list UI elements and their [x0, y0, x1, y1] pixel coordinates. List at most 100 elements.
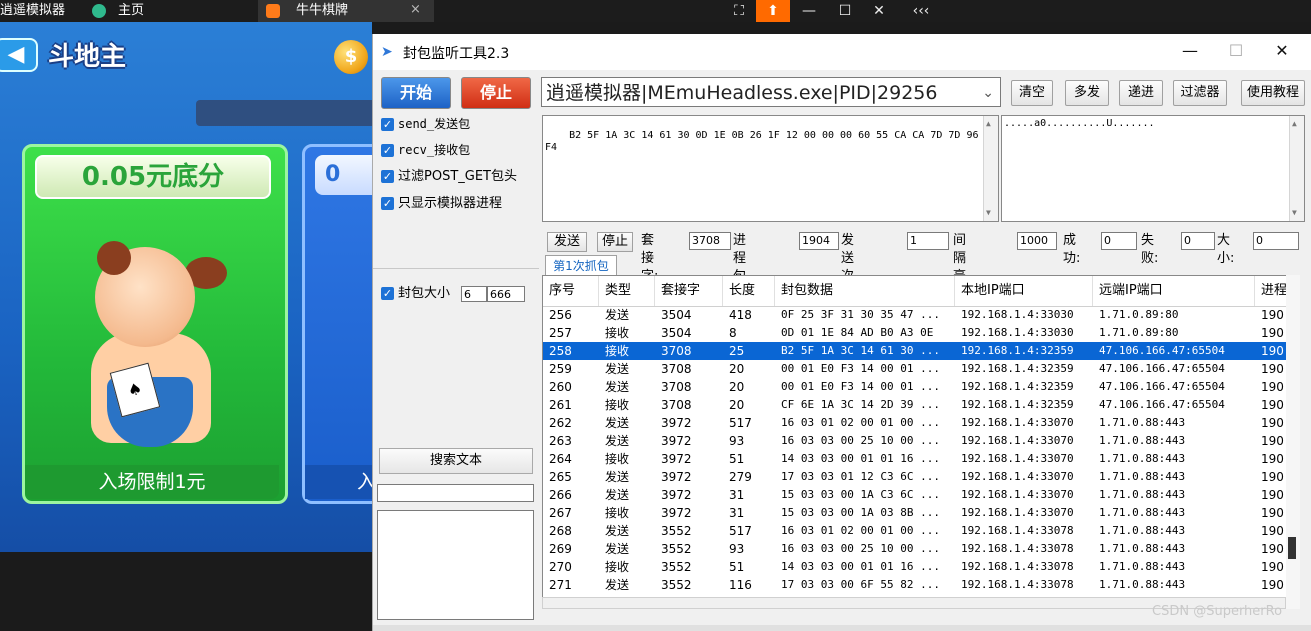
table-cell: 192.168.1.4:33070 — [961, 434, 1074, 447]
table-row[interactable]: 269 发送 3552 93 16 03 03 00 25 10 00 ... 192.1… — [543, 540, 1287, 558]
more-icon[interactable]: ‹‹‹ — [904, 0, 938, 22]
table-cell: 1.71.0.88:443 — [1099, 542, 1186, 555]
room-card-1[interactable]: 0.05元底分 ♠ 入场限制1元 — [22, 144, 288, 504]
table-row[interactable]: 256 发送 3504 418 0F 25 3F 31 30 35 47 ... 192.… — [543, 306, 1287, 324]
table-row[interactable]: 259 发送 3708 20 00 01 E0 F3 14 00 01 ... 192.1… — [543, 360, 1287, 378]
table-cell: 发送 — [605, 488, 630, 502]
filter-button[interactable]: 过滤器 — [1173, 80, 1227, 106]
count-input[interactable]: 1 — [907, 232, 949, 250]
column-header[interactable]: 本地IP端口 — [955, 276, 1093, 306]
search-results-box[interactable] — [377, 510, 534, 620]
process-select-value: 逍遥模拟器|MEmuHeadless.exe|PID|29256 — [546, 82, 938, 104]
table-cell: 1.71.0.88:443 — [1099, 506, 1186, 519]
table-cell: 192.168.1.4:33070 — [961, 470, 1074, 483]
table-cell: 259 — [549, 362, 572, 376]
column-header[interactable]: 类型 — [599, 276, 655, 306]
forward-button[interactable]: 递进 — [1119, 80, 1163, 106]
table-row[interactable]: 258 接收 3708 25 B2 5F 1A 3C 14 61 30 ... 192.1… — [543, 342, 1287, 360]
table-row[interactable]: 266 发送 3972 31 15 03 03 00 1A C3 6C ... 192.1… — [543, 486, 1287, 504]
multi-send-button[interactable]: 多发 — [1065, 80, 1109, 106]
table-row[interactable]: 270 接收 3552 51 14 03 03 00 01 01 16 ... 192.1… — [543, 558, 1287, 576]
scrollbar[interactable]: ▲ ▼ — [983, 116, 998, 221]
column-header[interactable]: 长度 — [723, 276, 775, 306]
size-min-input[interactable]: 6 — [461, 286, 487, 302]
check-icon: ✓ — [381, 197, 394, 210]
column-header[interactable]: 进程 — [1255, 276, 1287, 306]
coin-icon[interactable]: $ — [334, 40, 368, 74]
clear-button[interactable]: 清空 — [1011, 80, 1053, 106]
table-row[interactable]: 268 发送 3552 517 16 03 01 02 00 01 00 ... 192.… — [543, 522, 1287, 540]
table-cell: 270 — [549, 560, 572, 574]
table-row[interactable]: 257 接收 3504 8 0D 01 1E 84 AD B0 A3 0E 192.168… — [543, 324, 1287, 342]
process-select[interactable]: 逍遥模拟器|MEmuHeadless.exe|PID|29256 ⌄ — [541, 77, 1001, 107]
table-row[interactable]: 264 接收 3972 51 14 03 03 00 01 01 16 ... 192.1… — [543, 450, 1287, 468]
table-cell: 192.168.1.4:33030 — [961, 308, 1074, 321]
column-header[interactable]: 套接字 — [655, 276, 723, 306]
table-row[interactable]: 260 发送 3708 20 00 01 E0 F3 14 00 01 ... 192.1… — [543, 378, 1287, 396]
table-cell: 00 01 E0 F3 14 00 01 ... — [781, 380, 940, 393]
maximize-button[interactable]: ☐ — [1213, 34, 1259, 68]
table-cell: 3708 — [661, 380, 692, 394]
room-card-2[interactable]: 0 入 — [302, 144, 372, 504]
column-header[interactable]: 远端IP端口 — [1093, 276, 1255, 306]
status-bar — [373, 625, 1311, 631]
table-header: 序号 类型 套接字 长度 封包数据 本地IP端口 远端IP端口 进程 — [543, 276, 1287, 307]
recv-checkbox[interactable]: ✓ recv_接收包 — [381, 139, 470, 161]
back-icon[interactable]: ◀ — [0, 38, 38, 72]
table-cell: 192.168.1.4:33070 — [961, 488, 1074, 501]
maximize-icon[interactable]: ☐ — [828, 0, 862, 22]
send-stop-button[interactable]: 停止 — [597, 232, 633, 252]
table-row[interactable]: 271 发送 3552 116 17 03 03 00 6F 55 82 ... 192.… — [543, 576, 1287, 594]
minimize-button[interactable]: — — [1167, 34, 1213, 68]
table-cell: 3708 — [661, 362, 692, 376]
tutorial-button[interactable]: 使用教程 — [1241, 80, 1305, 106]
fail-input[interactable]: 0 — [1181, 232, 1215, 250]
table-cell: 16 03 03 00 25 10 00 ... — [781, 542, 940, 555]
table-cell: 3972 — [661, 506, 692, 520]
socket-input[interactable]: 3708 — [689, 232, 731, 250]
table-cell: 3552 — [661, 524, 692, 538]
tab-close-icon[interactable]: × — [410, 2, 421, 17]
table-row[interactable]: 263 发送 3972 93 16 03 03 00 25 10 00 ... 192.1… — [543, 432, 1287, 450]
filter-header-checkbox[interactable]: ✓ 过滤POST_GET包头 — [381, 166, 517, 188]
column-header[interactable]: 封包数据 — [775, 276, 955, 306]
table-cell: 192.168.1.4:33078 — [961, 524, 1074, 537]
hex-view[interactable]: B2 5F 1A 3C 14 61 30 0D 1E 0B 26 1F 12 0… — [542, 115, 999, 222]
minimize-icon[interactable]: — — [792, 0, 826, 22]
upload-icon[interactable]: ⬆ — [756, 0, 790, 22]
size-max-input[interactable]: 666 — [487, 286, 525, 302]
search-text-button[interactable]: 搜索文本 — [379, 448, 533, 474]
room-card-limit: 入场限制1元 — [25, 465, 279, 499]
send-button[interactable]: 发送 — [547, 232, 587, 252]
tab-active[interactable]: 牛牛棋牌 × — [258, 0, 434, 22]
scrollbar-thumb[interactable] — [1288, 537, 1296, 559]
table-cell: 264 — [549, 452, 572, 466]
fullscreen-icon[interactable]: ⛶ — [722, 0, 756, 22]
ascii-view[interactable]: .....a0..........U....... ▲ ▼ — [1001, 115, 1305, 222]
vertical-scrollbar[interactable] — [1286, 275, 1300, 609]
close-icon[interactable]: ✕ — [862, 0, 896, 22]
start-button[interactable]: 开始 — [381, 77, 451, 109]
tab-emulator[interactable]: 逍遥模拟器 — [0, 0, 65, 22]
handle-input[interactable]: 1904 — [799, 232, 839, 250]
tab-capture-1[interactable]: 第1次抓包 — [545, 255, 617, 276]
interval-input[interactable]: 1000 — [1017, 232, 1057, 250]
column-header[interactable]: 序号 — [543, 276, 599, 306]
table-row[interactable]: 261 接收 3708 20 CF 6E 1A 3C 14 2D 39 ... 192.1… — [543, 396, 1287, 414]
table-row[interactable]: 267 接收 3972 31 15 03 03 00 1A 03 8B ... 192.1… — [543, 504, 1287, 522]
send-checkbox[interactable]: ✓ send_发送包 — [381, 113, 470, 135]
scrollbar[interactable]: ▲ ▼ — [1289, 116, 1304, 221]
search-input[interactable] — [377, 484, 534, 502]
stop-button[interactable]: 停止 — [461, 77, 531, 109]
table-row[interactable]: 262 发送 3972 517 16 03 01 02 00 01 00 ... 192.… — [543, 414, 1287, 432]
success-input[interactable]: 0 — [1101, 232, 1137, 250]
table-row[interactable]: 265 发送 3972 279 17 03 03 01 12 C3 6C ... 192.… — [543, 468, 1287, 486]
table-cell: 93 — [729, 434, 745, 448]
packet-table[interactable]: 序号 类型 套接字 长度 封包数据 本地IP端口 远端IP端口 进程 256 发送 3504 418… — [542, 275, 1288, 599]
close-button[interactable]: ✕ — [1259, 34, 1305, 68]
size-input[interactable]: 0 — [1253, 232, 1299, 250]
table-cell: 发送 — [605, 524, 630, 538]
size-checkbox[interactable]: ✓ 封包大小 — [381, 283, 450, 305]
tab-home[interactable]: 主页 — [118, 0, 144, 22]
emulator-only-checkbox[interactable]: ✓ 只显示模拟器进程 — [381, 193, 502, 215]
